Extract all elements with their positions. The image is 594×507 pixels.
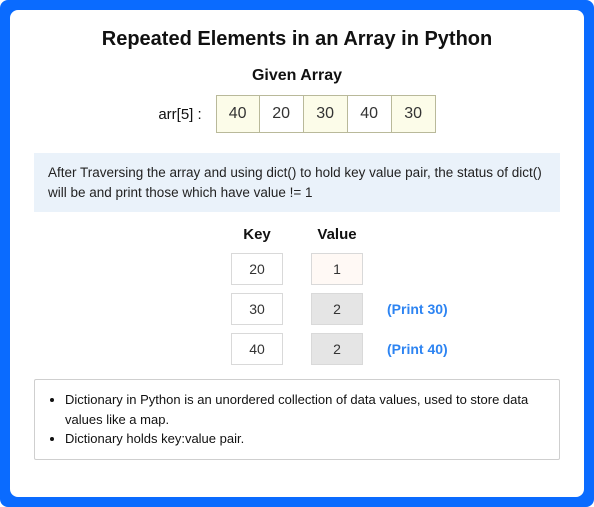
kv-value-cell: 1 [311,253,363,285]
kv-value-cell: 2 [311,293,363,325]
array-row: arr[5] : 4020304030 [34,95,560,133]
footer-bullet: Dictionary holds key:value pair. [65,429,545,449]
main-title: Repeated Elements in an Array in Python [34,28,560,51]
kv-header-key: Key [231,226,283,243]
kv-key-cell: 40 [231,333,283,365]
kv-table-body: 20 1 30 2 (Print 30) 40 2 (Print 40) [34,253,560,365]
diagram-content: Repeated Elements in an Array in Python … [10,10,584,497]
kv-row: 40 2 (Print 40) [34,333,560,365]
array-cell: 20 [260,95,304,133]
print-annotation: (Print 40) [387,341,448,357]
array-cell: 40 [216,95,260,133]
array-variable-label: arr[5] : [158,106,201,123]
kv-row: 30 2 (Print 30) [34,293,560,325]
diagram-frame: Repeated Elements in an Array in Python … [0,0,594,507]
kv-header-value: Value [311,226,363,243]
kv-row: 20 1 [34,253,560,285]
kv-key-cell: 20 [231,253,283,285]
footer-notes: Dictionary in Python is an unordered col… [34,379,560,460]
array-cells: 4020304030 [216,95,436,133]
print-annotation: (Print 30) [387,301,448,317]
given-array-label: Given Array [34,67,560,85]
kv-table-header: Key Value [34,226,560,243]
array-cell: 30 [392,95,436,133]
footer-bullet: Dictionary in Python is an unordered col… [65,390,545,429]
kv-value-cell: 2 [311,333,363,365]
array-cell: 40 [348,95,392,133]
array-cell: 30 [304,95,348,133]
kv-key-cell: 30 [231,293,283,325]
explanation-box: After Traversing the array and using dic… [34,153,560,212]
